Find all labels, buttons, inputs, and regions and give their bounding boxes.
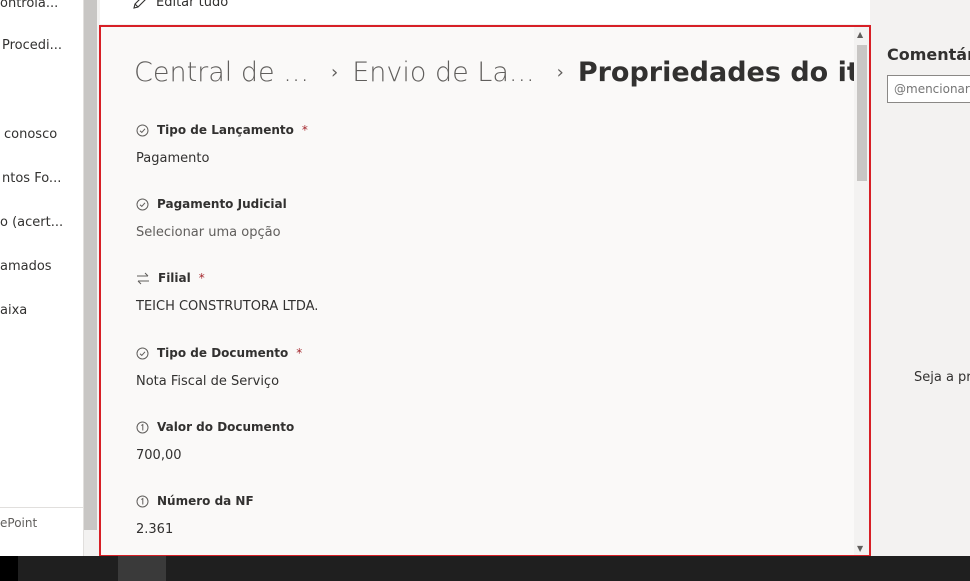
field-value-placeholder: Selecionar uma opção [136,225,281,240]
chevron-right-icon: › [556,62,564,83]
pencil-icon [133,0,146,9]
number-icon [136,495,149,507]
field-label: Número da NF [157,494,254,508]
page-title: Propriedades do item [577,57,869,88]
field-tipo-de-lancamento[interactable]: Tipo de Lançamento * Pagamento [136,123,308,166]
required-marker: * [296,346,303,360]
check-circle-icon [136,347,149,359]
breadcrumb: Central de ... › Envio de La... › Propri… [134,57,869,88]
field-value: TEICH CONSTRUTORA LTDA. [136,299,319,314]
scroll-down-icon[interactable]: ▼ [857,544,863,553]
required-marker: * [301,123,308,137]
edit-all-label: Editar tudo [156,0,229,10]
field-value: Pagamento [136,151,210,166]
comment-input[interactable] [887,75,970,103]
left-navigation: ontrola... Procedi... conosco ntos Fo...… [0,0,84,556]
field-value: 2.361 [136,522,174,537]
taskbar [0,556,970,581]
nav-item-caixa[interactable]: aixa [0,303,27,318]
field-filial[interactable]: Filial * TEICH CONSTRUTORA LTDA. [136,271,318,314]
comments-empty-text: Seja a pri [914,370,970,385]
nav-item-conosco[interactable]: conosco [4,127,57,142]
nav-item-controla[interactable]: ontrola... [0,0,58,11]
field-tipo-de-documento[interactable]: Tipo de Documento * Nota Fiscal de Servi… [136,346,302,389]
field-label: Tipo de Documento [157,346,289,360]
edit-all-button[interactable]: Editar tudo [132,0,228,10]
scrollbar-thumb[interactable] [857,45,867,181]
nav-item-procedimentos[interactable]: Procedi... [2,38,62,53]
breadcrumb-item-central[interactable]: Central de ... [134,57,309,88]
field-value: 700,00 [136,448,182,463]
left-scrollbar[interactable] [84,0,97,530]
field-pagamento-judicial[interactable]: Pagamento Judicial Selecionar uma opção [136,197,287,240]
panel-scrollbar[interactable]: ▲ ▼ [854,27,869,555]
item-properties-panel: Central de ... › Envio de La... › Propri… [99,25,871,557]
breadcrumb-item-envio[interactable]: Envio de La... [352,57,534,88]
field-label: Pagamento Judicial [157,197,287,211]
nav-item-chamados[interactable]: amados [0,259,52,274]
nav-item-pagamentos[interactable]: ntos Fo... [2,171,61,186]
nav-item-acerto[interactable]: o (acert... [0,215,63,230]
field-numero-da-nf[interactable]: Número da NF 2.361 [136,494,254,537]
scroll-up-icon[interactable]: ▲ [857,30,863,39]
field-value: Nota Fiscal de Serviço [136,374,280,389]
check-circle-icon [136,198,149,210]
comments-panel: Comentári Seja a pri [873,25,970,556]
lookup-arrows-icon [137,272,149,284]
field-valor-do-documento[interactable]: Valor do Documento 700,00 [136,420,294,463]
taskbar-segment [0,556,18,581]
number-icon [136,421,149,433]
chevron-right-icon: › [330,62,339,83]
nav-footer: ePoint [0,507,83,530]
check-circle-icon [136,124,149,136]
field-label: Valor do Documento [157,420,295,434]
comments-title: Comentári [887,45,970,64]
taskbar-segment [118,556,166,581]
field-label: Tipo de Lançamento [157,123,294,137]
required-marker: * [198,271,205,285]
field-label: Filial [158,271,191,285]
sharepoint-footer-label[interactable]: ePoint [0,516,37,530]
